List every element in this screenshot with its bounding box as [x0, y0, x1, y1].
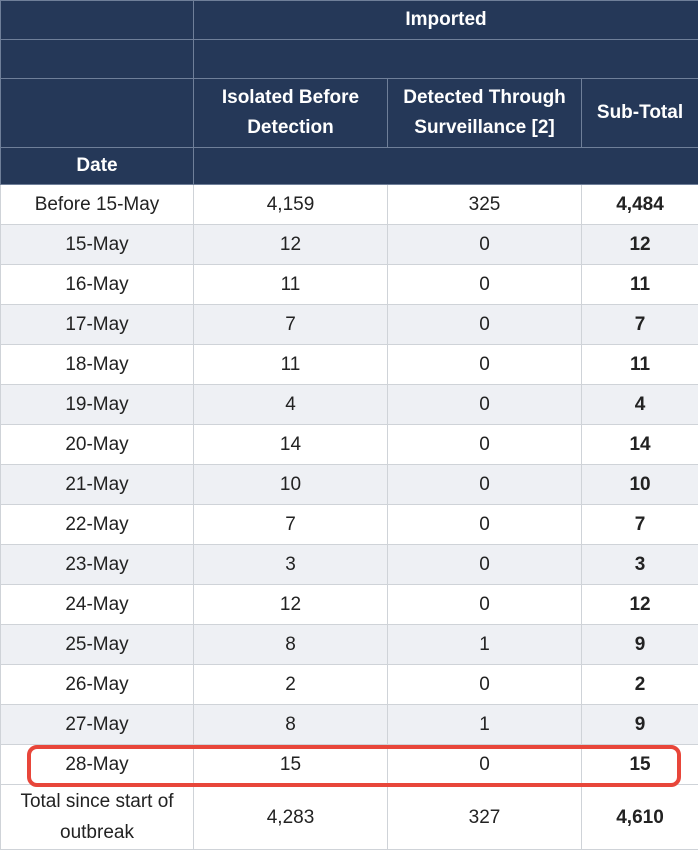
- header-blank-left: [0, 39, 194, 79]
- isolated-cell: 11: [193, 344, 388, 385]
- isolated-cell: 15: [193, 744, 388, 785]
- imported-cases-table: Imported Isolated Before Detection Detec…: [0, 0, 698, 850]
- subtotal-cell: 3: [580, 544, 698, 585]
- isolated-cell: 3: [193, 544, 388, 585]
- isolated-cell: 4: [193, 384, 388, 425]
- table-row: 24-May 12 0 12: [0, 584, 698, 625]
- detected-cell: 0: [387, 264, 582, 305]
- page: Imported Isolated Before Detection Detec…: [0, 0, 698, 860]
- table-row: 25-May 8 1 9: [0, 624, 698, 665]
- detected-cell: 325: [387, 184, 582, 225]
- detected-cell: 0: [387, 224, 582, 265]
- subtotal-cell: 4: [580, 384, 698, 425]
- table-row: 22-May 7 0 7: [0, 504, 698, 545]
- subtotal-cell: 14: [580, 424, 698, 465]
- total-label-cell: Total since start of outbreak: [0, 784, 194, 850]
- isolated-cell: 12: [193, 224, 388, 265]
- detected-cell: 0: [387, 464, 582, 505]
- date-cell: 19-May: [0, 384, 194, 425]
- isolated-cell: 7: [193, 304, 388, 345]
- detected-cell: 0: [387, 744, 582, 785]
- date-cell: 18-May: [0, 344, 194, 385]
- header-corner: [0, 0, 194, 40]
- detected-cell: 0: [387, 664, 582, 705]
- sub-total-header: Sub-Total: [580, 78, 698, 148]
- table-row: 15-May 12 0 12: [0, 224, 698, 265]
- date-cell: 23-May: [0, 544, 194, 585]
- total-isolated-cell: 4,283: [193, 784, 388, 850]
- total-subtotal-cell: 4,610: [580, 784, 698, 850]
- subtotal-cell: 2: [580, 664, 698, 705]
- table-row: 26-May 2 0 2: [0, 664, 698, 705]
- table-row: 27-May 8 1 9: [0, 704, 698, 745]
- detected-through-surveillance-header: Detected Through Surveillance [2]: [387, 78, 582, 148]
- date-header: Date: [0, 147, 194, 185]
- subtotal-cell: 12: [580, 224, 698, 265]
- header-blank-group: [192, 39, 698, 79]
- detected-cell: 0: [387, 344, 582, 385]
- header-blank-date-row: [192, 147, 698, 185]
- subtotal-cell: 11: [580, 264, 698, 305]
- isolated-cell: 2: [193, 664, 388, 705]
- isolated-cell: 10: [193, 464, 388, 505]
- table-body: Before 15-May 4,159 325 4,484 15-May 12 0 12 16-…: [0, 184, 698, 850]
- isolated-cell: 8: [193, 624, 388, 665]
- subtotal-cell: 4,484: [580, 184, 698, 225]
- table-row: 23-May 3 0 3: [0, 544, 698, 585]
- header-blank-date-col: [0, 78, 194, 148]
- subtotal-cell: 9: [580, 704, 698, 745]
- table-row: 28-May 15 0 15: [0, 744, 698, 785]
- date-cell: 17-May: [0, 304, 194, 345]
- subtotal-cell: 7: [580, 504, 698, 545]
- table-row: 16-May 11 0 11: [0, 264, 698, 305]
- subtotal-cell: 9: [580, 624, 698, 665]
- detected-cell: 0: [387, 384, 582, 425]
- subtotal-cell: 12: [580, 584, 698, 625]
- detected-cell: 0: [387, 544, 582, 585]
- detected-cell: 0: [387, 584, 582, 625]
- detected-cell: 1: [387, 624, 582, 665]
- table-row: Before 15-May 4,159 325 4,484: [0, 184, 698, 225]
- table-row: 18-May 11 0 11: [0, 344, 698, 385]
- date-cell: 27-May: [0, 704, 194, 745]
- date-cell: 20-May: [0, 424, 194, 465]
- date-cell: 21-May: [0, 464, 194, 505]
- date-cell: 24-May: [0, 584, 194, 625]
- table-row: 19-May 4 0 4: [0, 384, 698, 425]
- date-cell: 22-May: [0, 504, 194, 545]
- isolated-cell: 7: [193, 504, 388, 545]
- date-cell: Before 15-May: [0, 184, 194, 225]
- isolated-cell: 8: [193, 704, 388, 745]
- isolated-cell: 14: [193, 424, 388, 465]
- total-row: Total since start of outbreak 4,283 327 4,6…: [0, 784, 698, 850]
- date-cell: 16-May: [0, 264, 194, 305]
- isolated-before-detection-header: Isolated Before Detection: [193, 78, 388, 148]
- isolated-cell: 11: [193, 264, 388, 305]
- detected-cell: 1: [387, 704, 582, 745]
- isolated-cell: 4,159: [193, 184, 388, 225]
- subtotal-cell: 10: [580, 464, 698, 505]
- date-cell: 25-May: [0, 624, 194, 665]
- table-row: 20-May 14 0 14: [0, 424, 698, 465]
- detected-cell: 0: [387, 304, 582, 345]
- date-cell: 15-May: [0, 224, 194, 265]
- detected-cell: 0: [387, 424, 582, 465]
- table-row: 21-May 10 0 10: [0, 464, 698, 505]
- subtotal-cell: 11: [580, 344, 698, 385]
- detected-cell: 0: [387, 504, 582, 545]
- table-row: 17-May 7 0 7: [0, 304, 698, 345]
- date-cell: 26-May: [0, 664, 194, 705]
- subtotal-cell: 7: [580, 304, 698, 345]
- isolated-cell: 12: [193, 584, 388, 625]
- table-header: Imported Isolated Before Detection Detec…: [0, 0, 698, 185]
- total-detected-cell: 327: [387, 784, 582, 850]
- subtotal-cell: 15: [580, 744, 698, 785]
- imported-group-header: Imported: [192, 0, 698, 40]
- date-cell: 28-May: [0, 744, 194, 785]
